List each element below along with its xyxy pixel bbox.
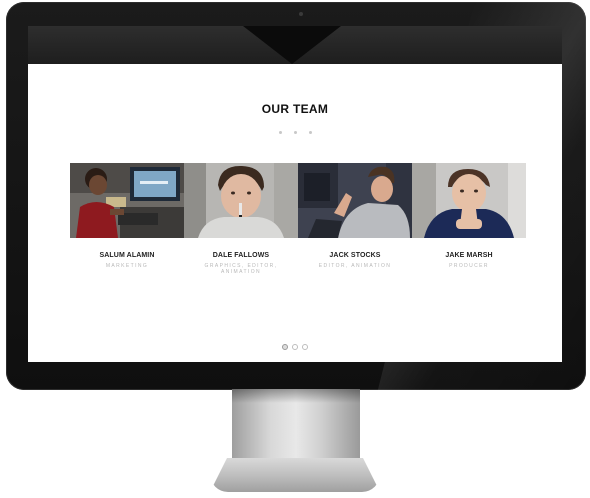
carousel-pagination <box>28 344 562 350</box>
member-name: DALE FALLOWS <box>212 252 270 259</box>
team-carousel: SALUM ALAMIN MARKETING DALE FALLOWS GRAP… <box>70 163 526 275</box>
pagination-dot[interactable] <box>302 344 308 350</box>
pagination-dot[interactable] <box>282 344 288 350</box>
header-triangle-decoration <box>243 26 341 64</box>
pagination-dot[interactable] <box>292 344 298 350</box>
section-title: OUR TEAM <box>261 102 329 116</box>
member-photo <box>412 163 526 238</box>
title-divider-dots <box>28 131 562 134</box>
divider-dot <box>308 131 312 134</box>
monitor-stand-shadow <box>232 389 360 403</box>
member-name: JAKE MARSH <box>445 252 493 259</box>
member-name: JACK STOCKS <box>329 252 381 259</box>
member-role: EDITOR, ANIMATION <box>318 263 392 269</box>
monitor-stand-base <box>210 458 380 492</box>
site-header-bar <box>28 26 562 64</box>
team-member-card[interactable]: SALUM ALAMIN MARKETING <box>70 163 184 362</box>
divider-dot <box>293 131 297 134</box>
member-name: SALUM ALAMIN <box>99 252 155 259</box>
member-role: PRODUCER <box>449 263 489 269</box>
camera-icon <box>299 12 303 16</box>
team-member-card[interactable]: JACK STOCKS EDITOR, ANIMATION <box>298 163 412 362</box>
monitor-screen: OUR TEAM SALUM ALAMIN MARKETING DALE FAL… <box>28 26 562 362</box>
member-photo <box>70 163 184 238</box>
member-role: MARKETING <box>105 263 149 269</box>
member-role: GRAPHICS, EDITOR, ANIMATION <box>204 263 278 275</box>
team-member-card[interactable]: DALE FALLOWS GRAPHICS, EDITOR, ANIMATION <box>184 163 298 362</box>
divider-dot <box>278 131 282 134</box>
member-photo <box>184 163 298 238</box>
team-member-card[interactable]: JAKE MARSH PRODUCER <box>412 163 526 362</box>
monitor-mockup: OUR TEAM SALUM ALAMIN MARKETING DALE FAL… <box>0 0 590 498</box>
member-photo <box>298 163 412 238</box>
